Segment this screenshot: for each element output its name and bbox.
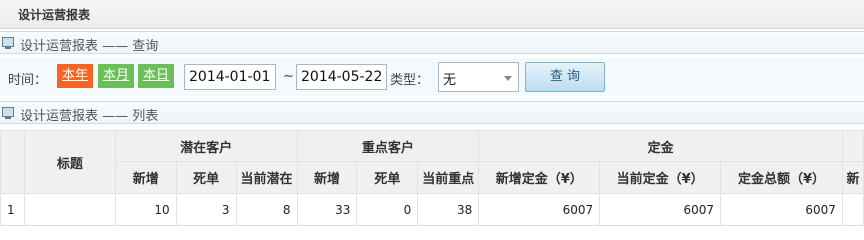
- search-button[interactable]: 查 询: [525, 62, 605, 92]
- table-cell: [23, 193, 116, 226]
- type-select-value: 无: [443, 73, 457, 88]
- column-header[interactable]: 新增定金（¥）: [478, 161, 601, 194]
- table-cell: [841, 193, 864, 226]
- page-header: 设计运营报表: [0, 0, 864, 29]
- column-header[interactable]: 当前潜在: [235, 161, 298, 194]
- end-date-input[interactable]: 2014-05-22: [296, 64, 387, 90]
- table-cell: 33: [296, 193, 358, 226]
- list-section-header: 设计运营报表 —— 列表: [0, 101, 864, 124]
- column-header[interactable]: 当前重点: [417, 161, 480, 194]
- group-header: 定金: [478, 130, 843, 162]
- table-cell: 8: [235, 193, 298, 226]
- table-row[interactable]: 1 10 3 8 33 0 38 6007 6007 6007: [0, 193, 864, 226]
- window-icon: [2, 37, 14, 49]
- query-section-title: 设计运营报表 —— 查询: [20, 39, 159, 54]
- column-header: 标题: [23, 130, 116, 194]
- type-select[interactable]: 无: [438, 62, 519, 92]
- table-header-group-row: 标题 潜在客户 重点客户 定金: [0, 130, 864, 194]
- row-number: 1: [0, 193, 25, 226]
- column-header[interactable]: 死单: [175, 161, 237, 194]
- this-month-button[interactable]: 本月: [98, 64, 135, 88]
- table-cell: 6007: [599, 193, 722, 226]
- start-date-input[interactable]: 2014-01-01: [184, 64, 276, 90]
- table-cell: 6007: [478, 193, 601, 226]
- window-icon: [2, 107, 14, 119]
- column-header[interactable]: 当前定金（¥）: [599, 161, 722, 194]
- chevron-down-icon: [504, 76, 512, 81]
- today-button[interactable]: 本日: [138, 64, 175, 88]
- column-header[interactable]: 新增: [296, 161, 358, 194]
- group-header: 重点客户: [296, 130, 480, 162]
- table-cell: 10: [114, 193, 177, 226]
- table-header-row: 新增 死单 当前潜在 新增 死单 当前重点 新增定金（¥） 当前定金（¥） 定金…: [1, 161, 864, 194]
- column-header[interactable]: 死单: [356, 161, 419, 194]
- column-header[interactable]: 新增: [114, 161, 177, 194]
- column-header[interactable]: 定金总额（¥）: [720, 161, 843, 194]
- filter-bar: 时间： 本年 本月 本日 2014-01-01 ~ 2014-05-22 类型：…: [0, 58, 864, 96]
- row-number-header: [0, 130, 25, 194]
- report-table: 标题 潜在客户 重点客户 定金 新增 死单 当前潜在 新增 死单 当前重点 新增…: [0, 130, 864, 226]
- group-header: 潜在客户: [114, 130, 298, 162]
- page-title: 设计运营报表: [18, 8, 91, 22]
- table-cell: 38: [417, 193, 480, 226]
- list-section-title: 设计运营报表 —— 列表: [20, 109, 159, 124]
- type-label: 类型：: [390, 73, 430, 88]
- time-label: 时间：: [8, 73, 48, 88]
- column-header[interactable]: 新: [841, 161, 864, 194]
- table-cell: 3: [175, 193, 237, 226]
- this-year-button[interactable]: 本年: [57, 64, 94, 88]
- date-separator: ~: [283, 69, 294, 84]
- group-header: [841, 130, 864, 162]
- query-section-header: 设计运营报表 —— 查询: [0, 31, 864, 54]
- table-cell: 0: [356, 193, 419, 226]
- table-cell: 6007: [720, 193, 843, 226]
